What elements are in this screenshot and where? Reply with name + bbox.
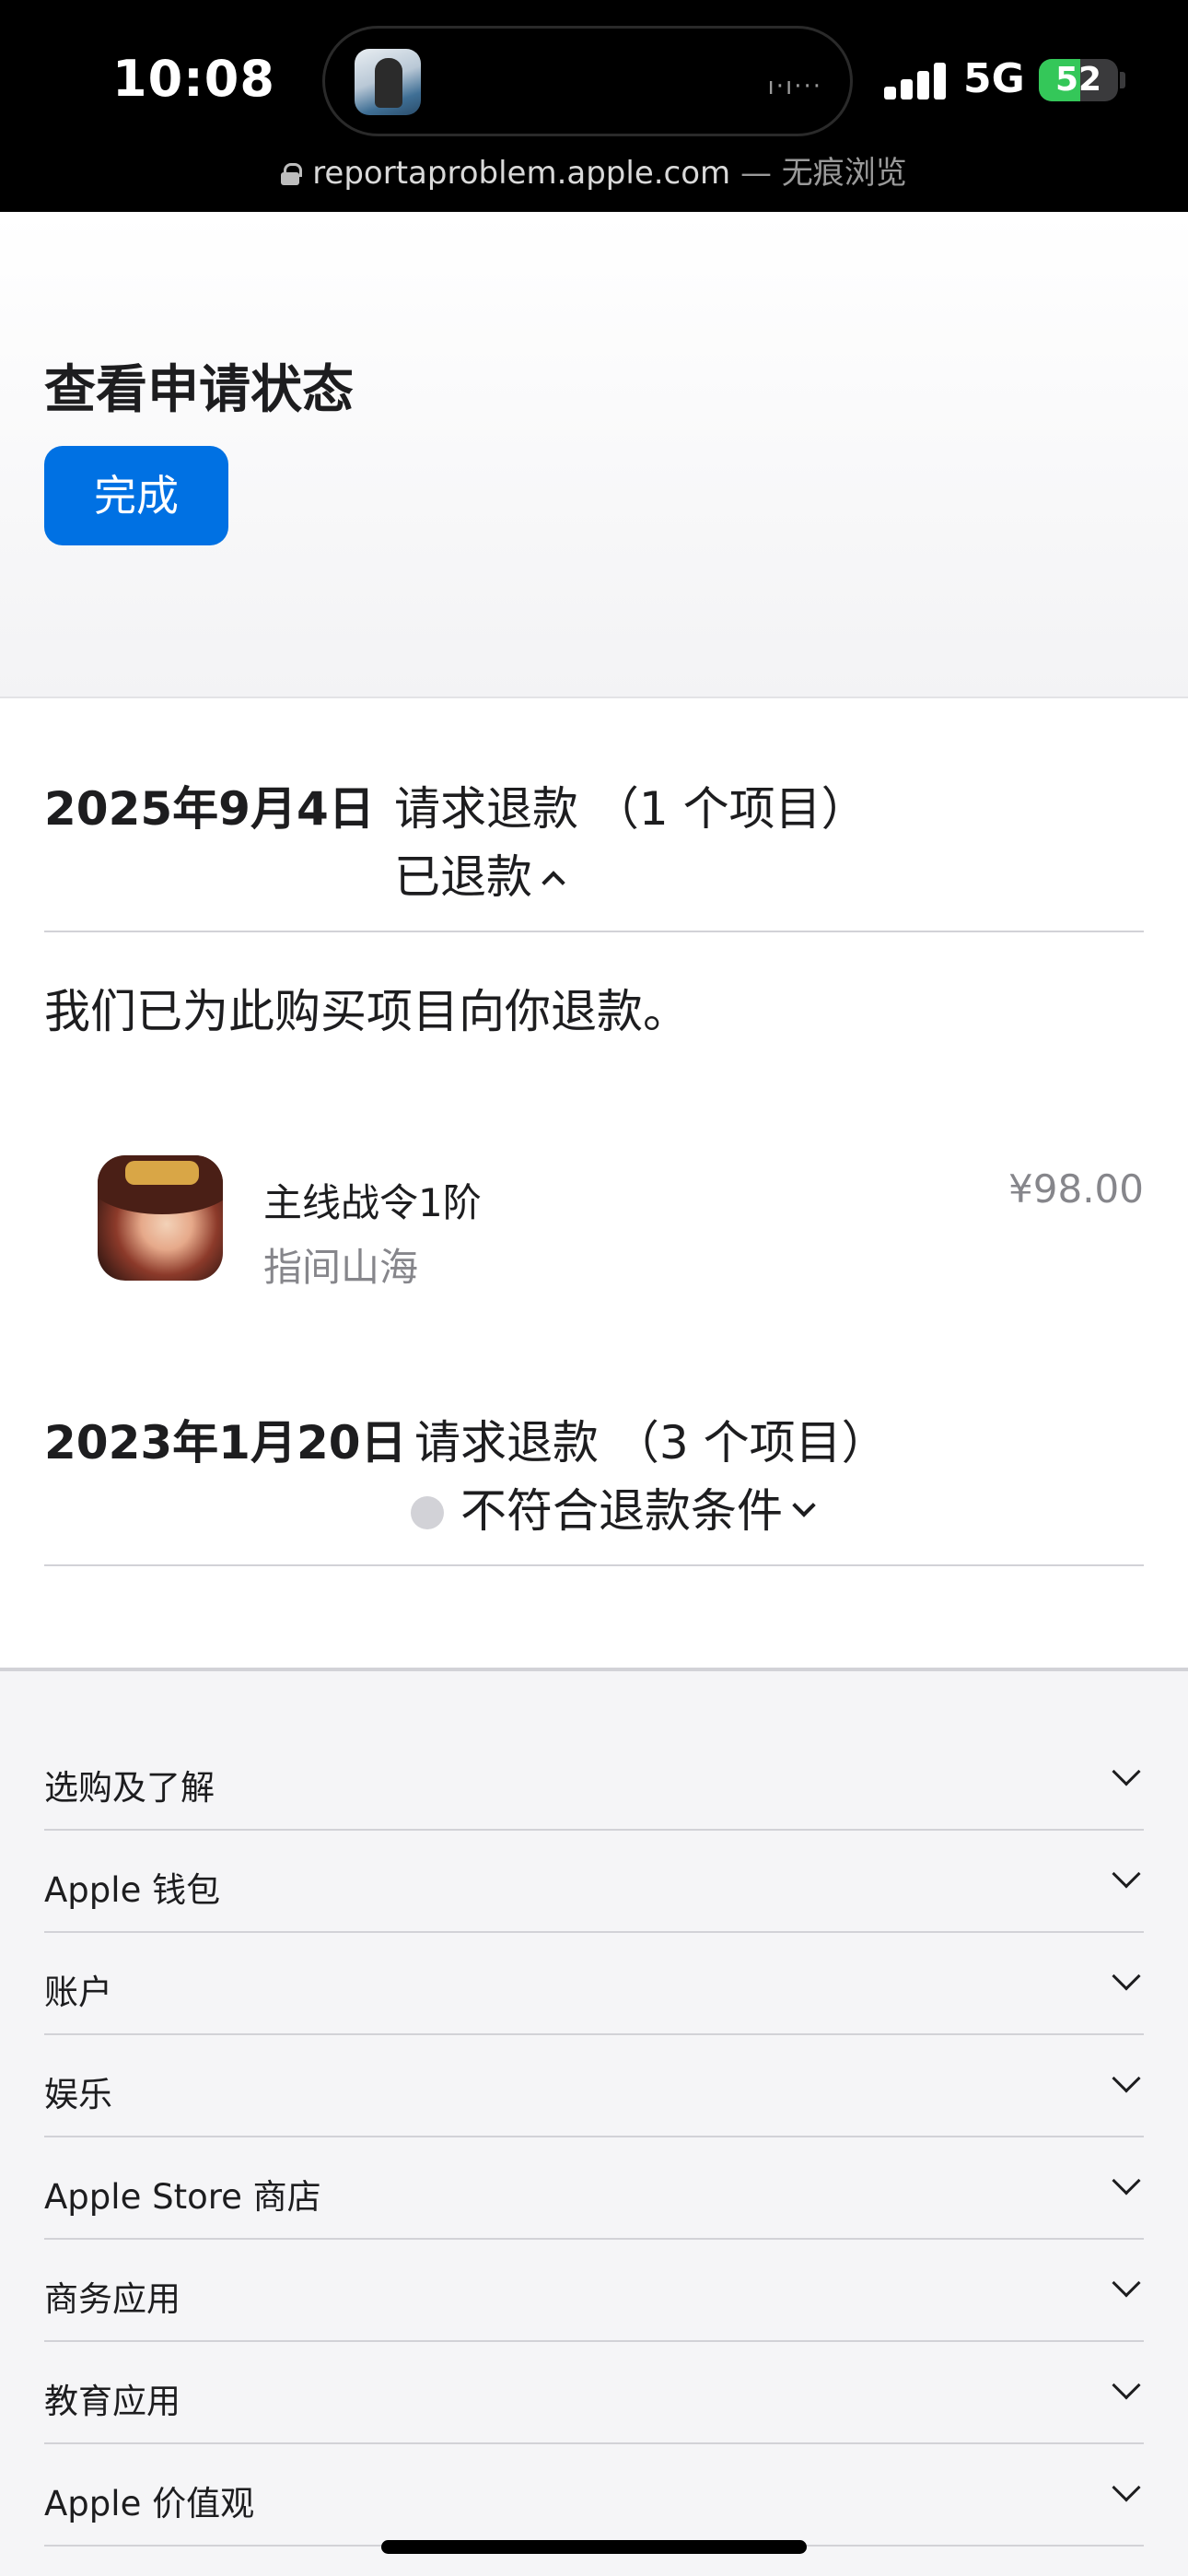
status-dot-icon (411, 1496, 444, 1529)
chevron-down-icon (792, 1493, 816, 1517)
divider (44, 1564, 1144, 1566)
footer-item-business[interactable]: 商务应用 (44, 2240, 1144, 2342)
chevron-down-icon (1112, 2064, 1141, 2093)
footer-item-label: 选购及了解 (44, 1768, 215, 1808)
footer-item-entertainment[interactable]: 娱乐 (44, 2035, 1144, 2137)
request-status-toggle[interactable]: 不符合退款条件 (411, 1474, 816, 1540)
page-title: 查看申请状态 (44, 360, 354, 420)
cellular-signal-icon (884, 63, 947, 100)
item-price: ¥98.00 (1008, 1166, 1144, 1212)
home-indicator[interactable] (381, 2540, 807, 2554)
chevron-down-icon (1112, 2268, 1141, 2298)
done-button[interactable]: 完成 (44, 446, 228, 545)
request-status-toggle[interactable]: 已退款 (394, 840, 565, 907)
item-app-name: 指间山海 (263, 1245, 419, 1290)
chevron-down-icon (1112, 1961, 1141, 1991)
footer-item-label: Apple 价值观 (44, 2484, 255, 2523)
now-playing-thumbnail (355, 49, 421, 115)
divider (44, 931, 1144, 932)
url-bar[interactable]: reportaproblem.apple.com — 无痕浏览 (0, 147, 1188, 193)
page: 10:08 ı·ı··· 5G 52 reportaproblem.apple.… (0, 0, 1188, 2576)
request-date: 2025年9月4日 (44, 782, 375, 836)
dynamic-island[interactable]: ı·ı··· (322, 26, 853, 136)
footer-item-education[interactable]: 教育应用 (44, 2342, 1144, 2444)
chevron-up-icon (542, 871, 565, 895)
refund-message: 我们已为此购买项目向你退款。 (44, 985, 689, 1038)
battery-percent: 52 (1054, 61, 1102, 99)
request-date: 2023年1月20日 (44, 1416, 407, 1469)
url-domain: reportaproblem.apple.com (312, 155, 731, 192)
request-title: 请求退款 （3 个项目） (414, 1416, 888, 1469)
request-status: 不符合退款条件 (460, 1484, 783, 1538)
footer-item-shop[interactable]: 选购及了解 (44, 1728, 1144, 1831)
footer-item-apple-store[interactable]: Apple Store 商店 (44, 2137, 1144, 2240)
status-bar: 10:08 ı·ı··· 5G 52 reportaproblem.apple.… (0, 0, 1188, 212)
footer-item-label: 教育应用 (44, 2382, 181, 2421)
battery-icon: 52 (1039, 59, 1118, 101)
footer-item-label: Apple 钱包 (44, 1870, 221, 1910)
request-status-header: 查看申请状态 完成 (0, 212, 1188, 698)
chevron-down-icon (1112, 2473, 1141, 2502)
app-icon (98, 1155, 223, 1281)
lock-icon (281, 163, 303, 185)
private-browsing-label: — 无痕浏览 (730, 155, 907, 192)
status-time: 10:08 (112, 50, 275, 108)
footer-item-label: Apple Store 商店 (44, 2177, 321, 2217)
battery-cap (1120, 72, 1125, 88)
footer-item-wallet[interactable]: Apple 钱包 (44, 1831, 1144, 1933)
chevron-down-icon (1112, 2166, 1141, 2195)
chevron-down-icon (1112, 1859, 1141, 1889)
footer-item-account[interactable]: 账户 (44, 1933, 1144, 2035)
network-type: 5G (963, 55, 1025, 102)
chevron-down-icon (1112, 1757, 1141, 1786)
footer-item-label: 娱乐 (44, 2075, 112, 2114)
item-name: 主线战令1阶 (263, 1180, 482, 1225)
footer-item-label: 商务应用 (44, 2279, 181, 2319)
chevron-down-icon (1112, 2371, 1141, 2400)
request-title: 请求退款 （1 个项目） (394, 782, 868, 836)
audio-waveform-icon: ı·ı··· (767, 73, 822, 100)
request-status: 已退款 (394, 850, 532, 904)
footer-nav: 选购及了解 Apple 钱包 账户 娱乐 Apple Store 商店 商务应用… (0, 1668, 1188, 2576)
footer-item-values[interactable]: Apple 价值观 (44, 2444, 1144, 2547)
footer-item-label: 账户 (44, 1973, 112, 2012)
